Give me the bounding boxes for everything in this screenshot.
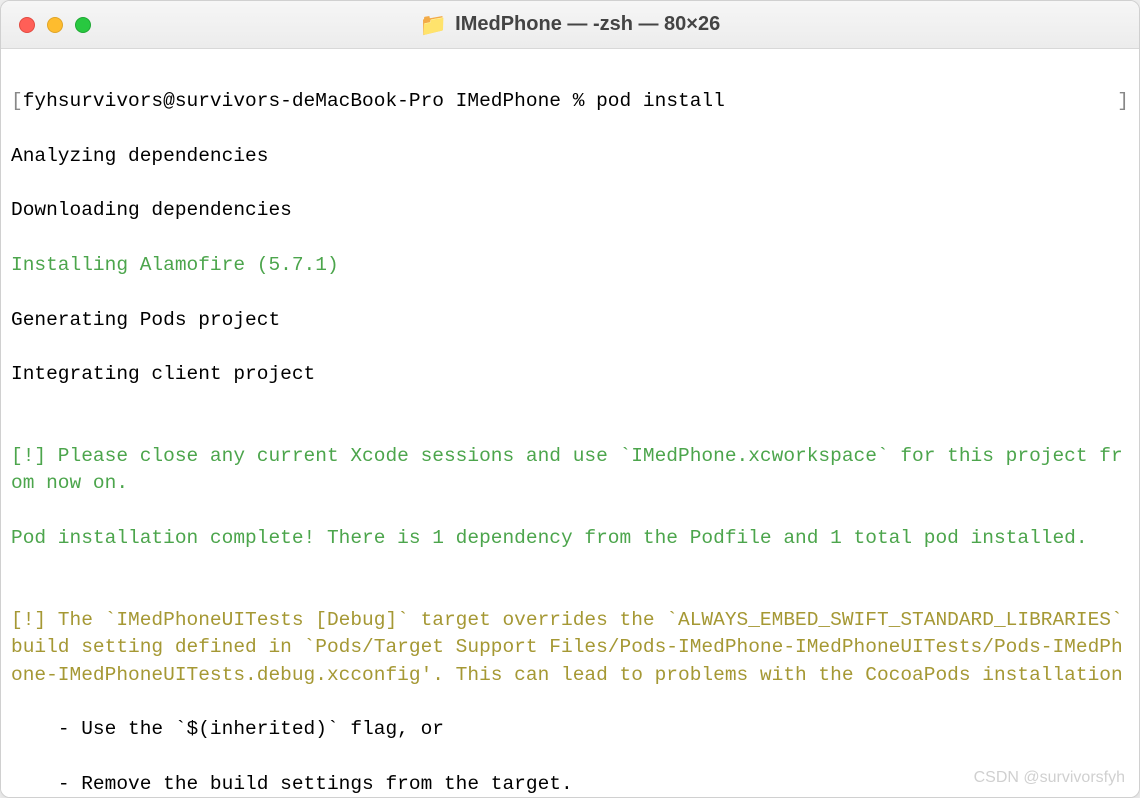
window-title: 📁 IMedPhone — -zsh — 80×26 xyxy=(17,12,1123,38)
output-line: Downloading dependencies xyxy=(11,197,1129,224)
terminal-body[interactable]: [fyhsurvivors@survivors-deMacBook-Pro IM… xyxy=(1,49,1139,797)
bracket-left: [ xyxy=(11,88,23,115)
title-text: IMedPhone — -zsh — 80×26 xyxy=(455,13,720,36)
zoom-icon[interactable] xyxy=(75,17,91,33)
output-line: Analyzing dependencies xyxy=(11,143,1129,170)
folder-icon: 📁 xyxy=(420,12,447,38)
prompt-prefix: fyhsurvivors@survivors-deMacBook-Pro IMe… xyxy=(23,88,596,115)
titlebar[interactable]: 📁 IMedPhone — -zsh — 80×26 xyxy=(1,1,1139,49)
install-complete: Pod installation complete! There is 1 de… xyxy=(11,525,1129,552)
suggestion-line: - Use the `$(inherited)` flag, or xyxy=(11,716,1129,743)
output-line: Generating Pods project xyxy=(11,307,1129,334)
command-text: pod install xyxy=(596,88,725,115)
traffic-lights xyxy=(19,17,91,33)
prompt-line-1: [fyhsurvivors@survivors-deMacBook-Pro IM… xyxy=(11,88,1129,115)
minimize-icon[interactable] xyxy=(47,17,63,33)
close-icon[interactable] xyxy=(19,17,35,33)
output-line-installing: Installing Alamofire (5.7.1) xyxy=(11,252,1129,279)
suggestion-line: - Remove the build settings from the tar… xyxy=(11,771,1129,797)
output-line: Integrating client project xyxy=(11,361,1129,388)
warning-debug: [!] The `IMedPhoneUITests [Debug]` targe… xyxy=(11,607,1129,689)
notice-workspace: [!] Please close any current Xcode sessi… xyxy=(11,443,1129,498)
terminal-window: 📁 IMedPhone — -zsh — 80×26 [fyhsurvivors… xyxy=(0,0,1140,798)
bracket-right: ] xyxy=(1117,88,1129,115)
